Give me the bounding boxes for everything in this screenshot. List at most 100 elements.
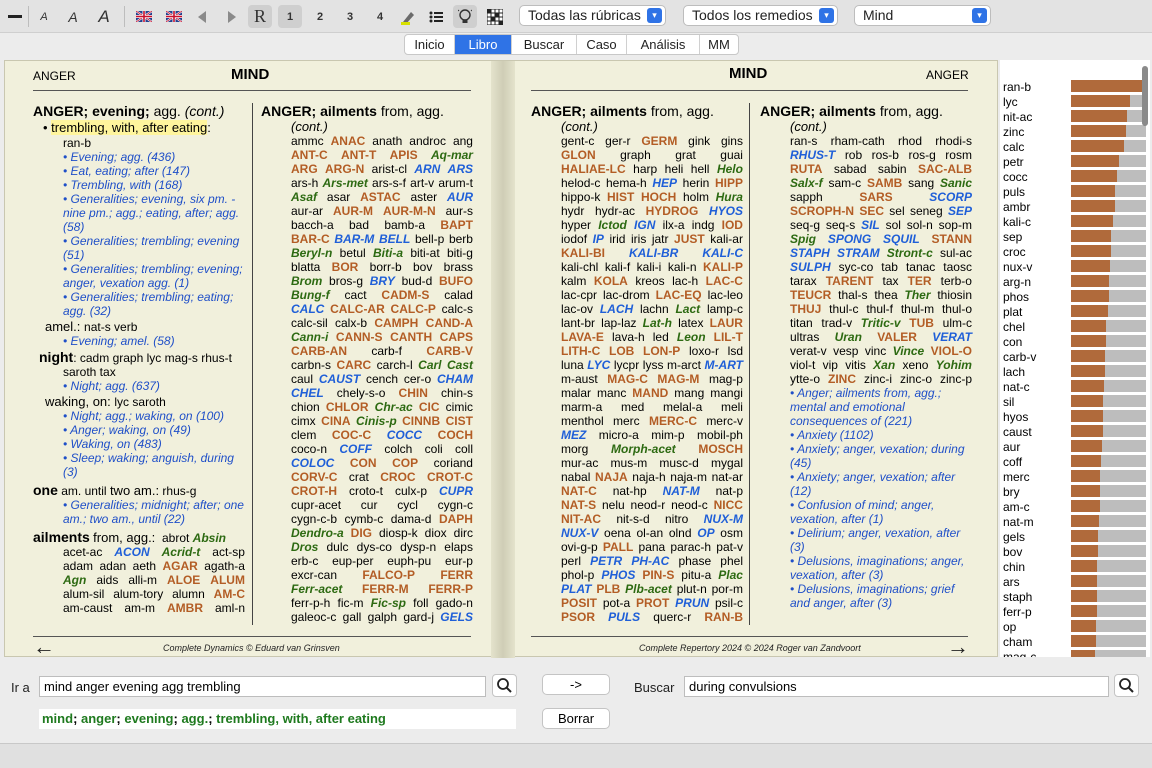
remedy[interactable]: CORV-C	[291, 470, 337, 484]
remedy[interactable]: nitro	[665, 512, 688, 526]
remedy[interactable]: COC-C	[332, 428, 371, 442]
clear-button[interactable]: Borrar	[542, 708, 610, 729]
remedy[interactable]: LAC-EQ	[656, 288, 702, 302]
remedy[interactable]: IGN	[634, 218, 655, 232]
remedy[interactable]: JUST	[674, 232, 705, 246]
remedy[interactable]: LOB	[609, 344, 634, 358]
remedy[interactable]: coli	[425, 442, 443, 456]
remedy[interactable]: MAND	[632, 386, 668, 400]
remedy[interactable]: AUR	[447, 190, 473, 204]
remedy[interactable]: Salx-f	[790, 176, 823, 190]
remedy[interactable]: ALOE	[167, 573, 200, 587]
remedy[interactable]: HALIAE-LC	[561, 162, 626, 176]
rubric-reference-link[interactable]: • Confusion of mind; anger, vexation, af…	[790, 498, 972, 526]
remedy[interactable]: galeoc-c	[291, 610, 336, 624]
remedy[interactable]: ARS	[448, 162, 473, 176]
remedy[interactable]: nelu	[602, 498, 625, 512]
remedy[interactable]: phel	[720, 554, 743, 568]
remedy[interactable]: xeno	[902, 358, 928, 372]
font-small-icon[interactable]: A	[34, 5, 54, 28]
remedy-score-row[interactable]: petr	[1003, 154, 1146, 169]
remedy[interactable]: graph	[620, 148, 651, 162]
remedy[interactable]: CALC	[291, 302, 324, 316]
remedy[interactable]: osm	[720, 526, 743, 540]
remedy[interactable]: vesp	[833, 344, 858, 358]
remedy[interactable]: hippo-k	[561, 190, 600, 204]
goto-search-button[interactable]	[492, 674, 517, 697]
remedy[interactable]: coriand	[434, 456, 473, 470]
remedy[interactable]: rob	[845, 148, 862, 162]
remedy[interactable]: blatta	[291, 260, 320, 274]
remedy[interactable]: merc-v	[706, 414, 743, 428]
remedy[interactable]: Xan	[873, 358, 895, 372]
remedy[interactable]: plut-n	[677, 582, 707, 596]
breadcrumb-item[interactable]: agg.	[181, 711, 208, 726]
remedy[interactable]: CADM-S	[381, 288, 429, 302]
tab-libro[interactable]: Libro	[455, 35, 512, 54]
remedy-score-row[interactable]: ferr-p	[1003, 604, 1146, 619]
remedy[interactable]: GERM	[641, 134, 677, 148]
remedy[interactable]: zinc-p	[940, 372, 972, 386]
remedy[interactable]: PROT	[636, 596, 669, 610]
remedy[interactable]: CHEL	[291, 386, 324, 400]
tab-inicio[interactable]: Inicio	[405, 35, 455, 54]
remedy[interactable]: meli	[721, 400, 743, 414]
remedy[interactable]: euph-pu	[387, 554, 431, 568]
remedy[interactable]: Chr-ac	[375, 400, 413, 414]
remedy[interactable]: SCORP	[929, 190, 972, 204]
r-button[interactable]: R	[248, 5, 272, 28]
remedy[interactable]: viol-t	[790, 358, 815, 372]
remedy[interactable]: gink	[688, 134, 710, 148]
remedy[interactable]: rhod	[898, 134, 922, 148]
remedy[interactable]: STAPH	[790, 246, 830, 260]
remedy[interactable]: luna	[561, 358, 584, 372]
remedy[interactable]: excr-can	[291, 568, 337, 582]
remedy[interactable]: cur	[361, 498, 378, 512]
remedy[interactable]: thiosin	[937, 288, 972, 302]
uk-flag-icon[interactable]	[134, 5, 154, 28]
remedy[interactable]: Brom	[291, 274, 322, 288]
remedy[interactable]: RAN-B	[704, 610, 743, 624]
remedy[interactable]: rhodi-s	[935, 134, 972, 148]
remedy[interactable]: CIC	[419, 400, 440, 414]
remedy[interactable]: caul	[291, 372, 313, 386]
remedy[interactable]: SEP	[948, 204, 972, 218]
remedy[interactable]: MEZ	[561, 428, 586, 442]
remedy[interactable]: kali-chl	[561, 260, 598, 274]
remedy-score-row[interactable]: nit-ac	[1003, 109, 1146, 124]
remedy[interactable]: titan	[790, 316, 813, 330]
remedy[interactable]: Cann-i	[291, 330, 328, 344]
remedy[interactable]: olnd	[669, 526, 692, 540]
remedy[interactable]: naja-h	[632, 470, 665, 484]
remedy[interactable]: culx-p	[395, 484, 427, 498]
remedy[interactable]: ultras	[790, 330, 819, 344]
remedy[interactable]: lava-h	[612, 330, 645, 344]
remedy[interactable]: thul-c	[829, 302, 858, 316]
selected-rubric[interactable]: • trembling, with, after eating:	[33, 120, 245, 136]
grid-icon[interactable]	[484, 5, 506, 28]
forward-arrow-icon[interactable]	[222, 5, 242, 28]
remedy[interactable]: BAPT	[440, 218, 473, 232]
remedy[interactable]: Carl	[418, 358, 441, 372]
remedy[interactable]: androc	[409, 134, 446, 148]
remedy[interactable]: MAG-C	[607, 372, 648, 386]
remedy[interactable]: VERAT	[932, 330, 972, 344]
rubric-heading[interactable]: ANGER; evening; agg. (cont.)	[33, 103, 245, 120]
rubric-reference-link[interactable]: • Generalities; trembling; evening (51)	[63, 234, 245, 262]
remedy[interactable]: LACH	[600, 302, 633, 316]
remedy[interactable]: lyss	[643, 358, 664, 372]
remedy[interactable]: Acrid-t	[162, 545, 201, 559]
transfer-button[interactable]: ->	[542, 674, 610, 695]
remedy[interactable]: vitis	[845, 358, 866, 372]
remedy[interactable]: CAPS	[440, 330, 473, 344]
remedy[interactable]: dirc	[454, 526, 473, 540]
remedy[interactable]: cupr-acet	[291, 498, 341, 512]
remedy[interactable]: vinc	[865, 344, 886, 358]
remedy-score-row[interactable]: plat	[1003, 304, 1146, 319]
remedy[interactable]: CROT-H	[291, 484, 337, 498]
remedy[interactable]: crat	[349, 470, 369, 484]
remedy[interactable]: thul-o	[942, 302, 972, 316]
remedy[interactable]: Plb-acet	[625, 582, 672, 596]
remedy[interactable]: lac-leo	[708, 288, 743, 302]
remedy[interactable]: pana	[639, 540, 666, 554]
